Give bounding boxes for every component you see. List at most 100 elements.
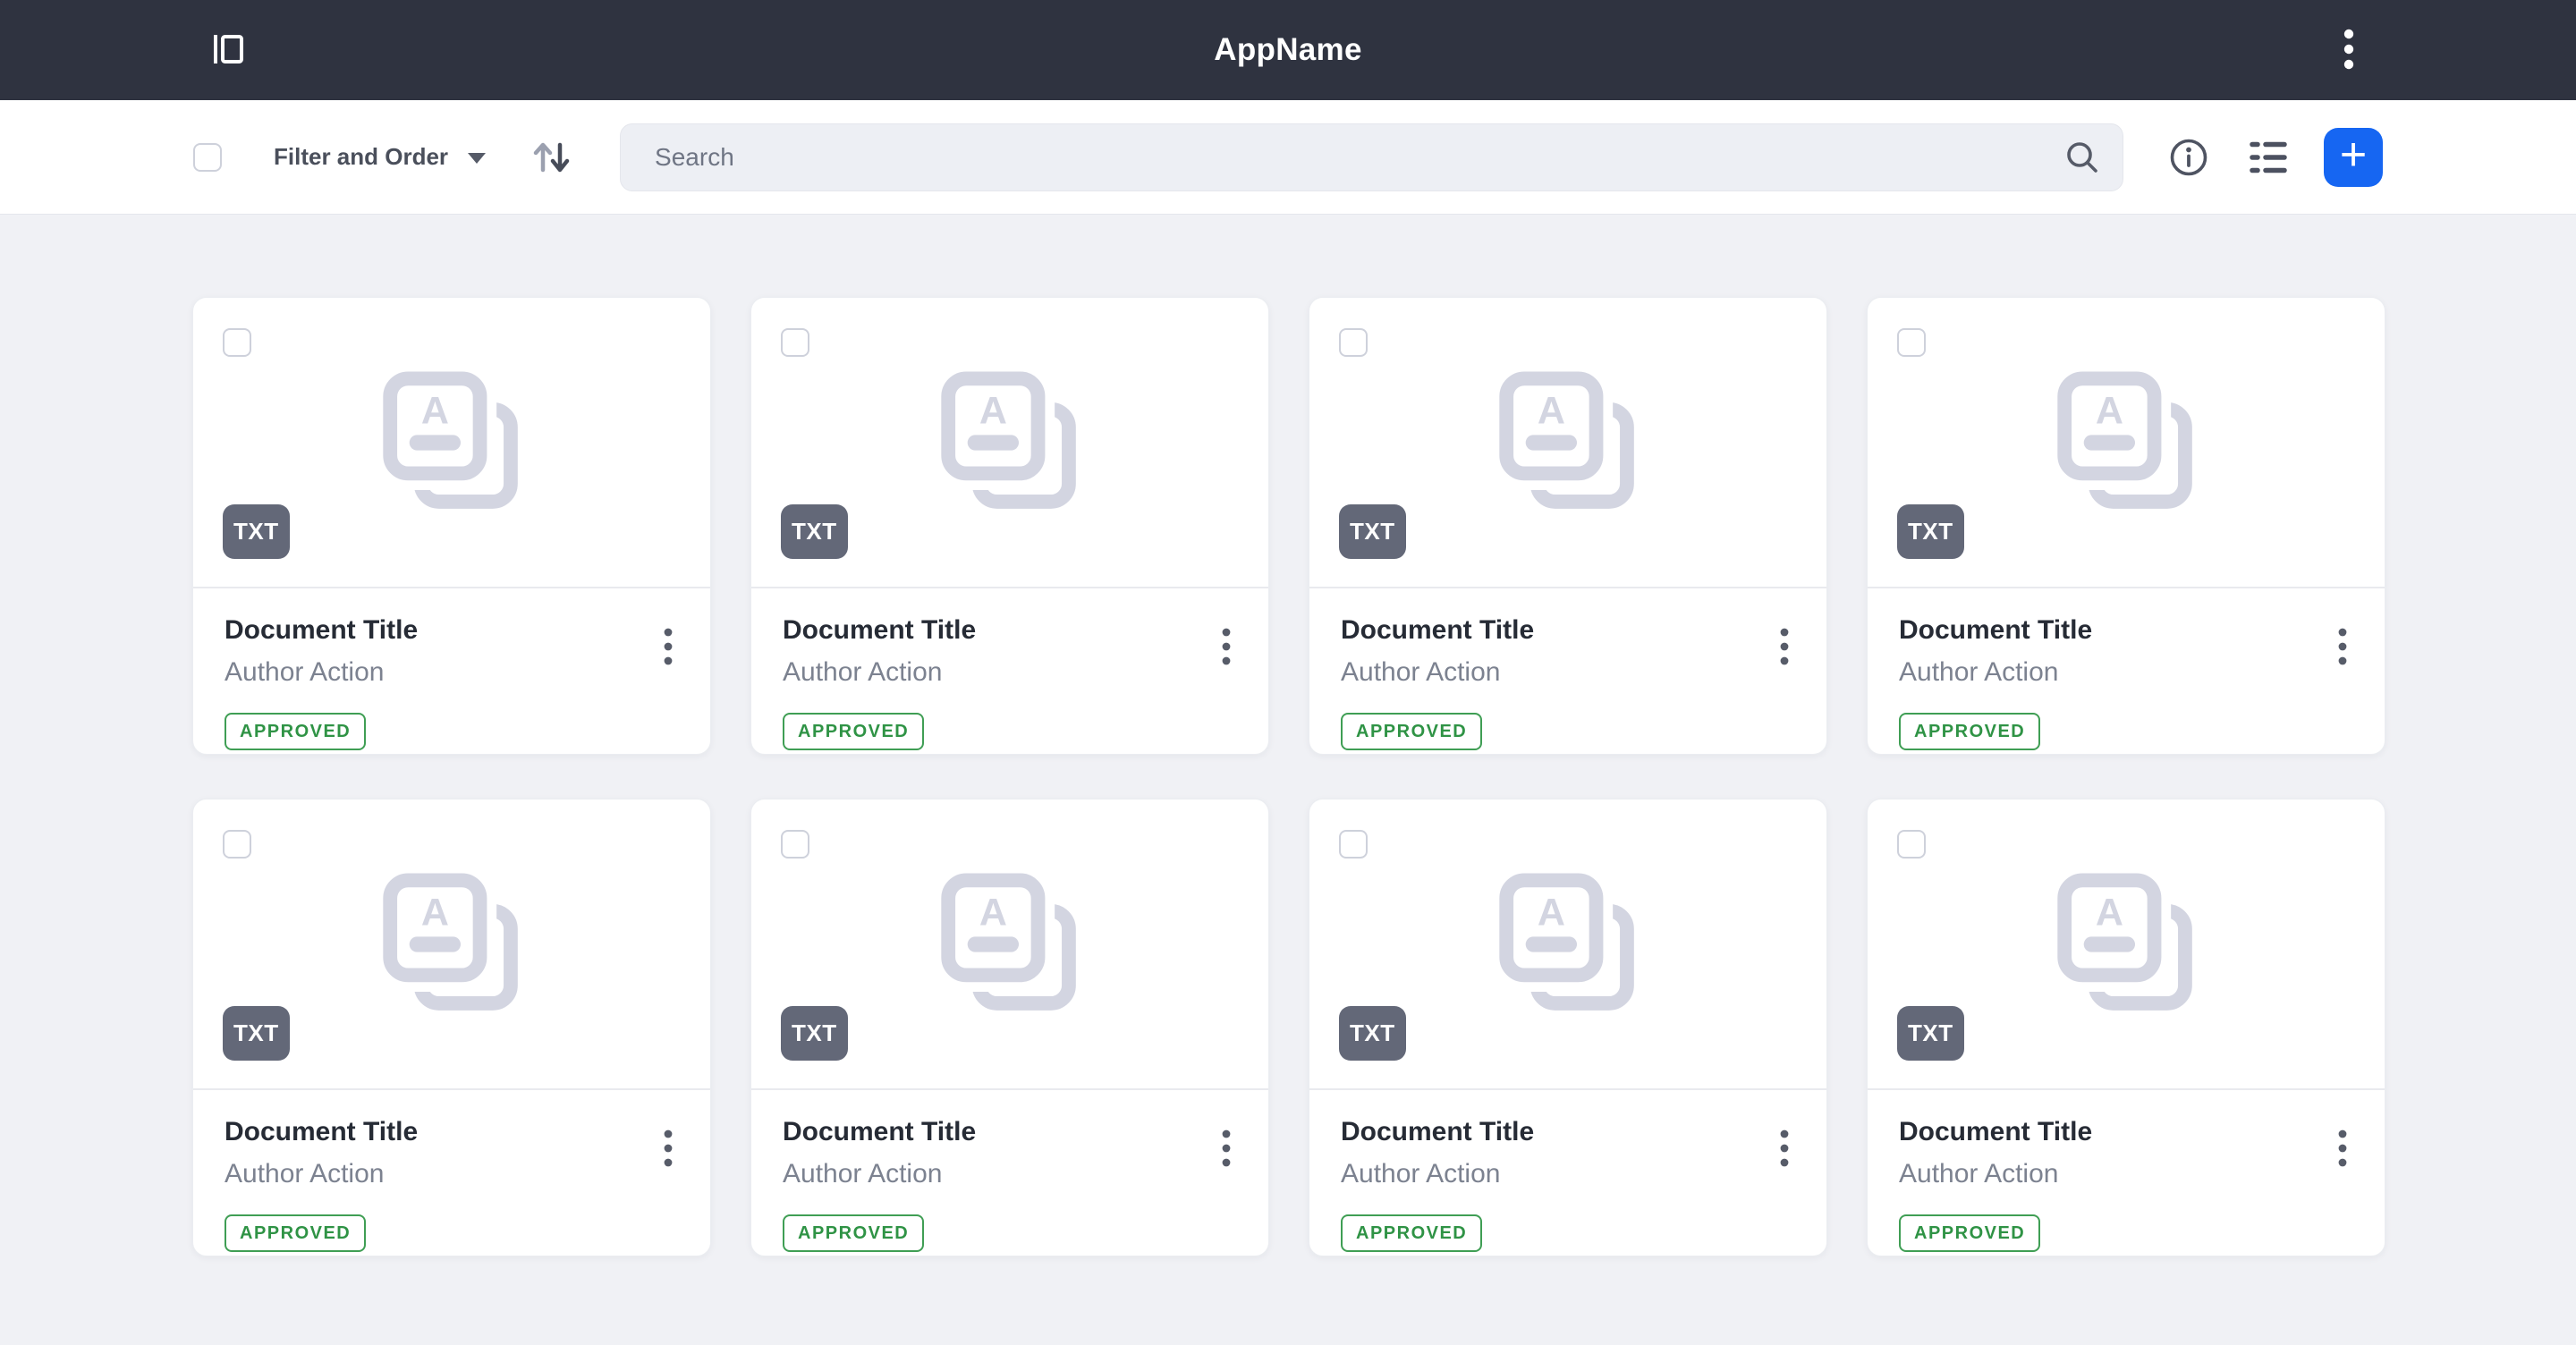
- file-type-badge: TXT: [781, 1006, 848, 1061]
- card-select-checkbox[interactable]: [1897, 830, 1926, 859]
- svg-text:A: A: [421, 891, 449, 934]
- card-select-checkbox[interactable]: [223, 328, 251, 357]
- document-card[interactable]: A TXT Document Title Author Action APPRO…: [1309, 799, 1827, 1256]
- status-badge: APPROVED: [783, 1214, 924, 1252]
- kebab-menu-icon: [2343, 29, 2354, 70]
- list-view-button[interactable]: [2249, 140, 2288, 175]
- kebab-menu-icon: [664, 1129, 673, 1167]
- kebab-menu-icon: [1222, 628, 1231, 665]
- search-field: [620, 123, 2123, 191]
- card-info: Document Title Author Action APPROVED: [1868, 588, 2385, 754]
- kebab-menu-icon: [1222, 1129, 1231, 1167]
- svg-text:A: A: [1538, 891, 1565, 934]
- document-card[interactable]: A TXT Document Title Author Action APPRO…: [192, 297, 711, 755]
- card-select-checkbox[interactable]: [1897, 328, 1926, 357]
- document-title: Document Title: [225, 1117, 679, 1147]
- card-info: Document Title Author Action APPROVED: [1868, 1090, 2385, 1256]
- card-preview: A TXT: [193, 799, 710, 1090]
- search-input[interactable]: [620, 123, 2123, 191]
- add-button[interactable]: +: [2324, 128, 2383, 187]
- card-menu-button[interactable]: [653, 1122, 683, 1177]
- info-button[interactable]: [2168, 137, 2209, 178]
- file-type-badge: TXT: [1897, 504, 1964, 559]
- document-copy-icon: A: [2049, 366, 2203, 520]
- file-type-badge: TXT: [1339, 504, 1406, 559]
- document-title: Document Title: [1341, 1117, 1795, 1147]
- file-type-badge: TXT: [1339, 1006, 1406, 1061]
- kebab-menu-icon: [1780, 628, 1789, 665]
- document-card[interactable]: A TXT Document Title Author Action APPRO…: [1867, 799, 2385, 1256]
- overflow-menu-button[interactable]: [2338, 20, 2360, 81]
- select-all-checkbox[interactable]: [193, 143, 222, 172]
- status-badge: APPROVED: [225, 1214, 366, 1252]
- card-select-checkbox[interactable]: [781, 830, 809, 859]
- file-type-badge: TXT: [781, 504, 848, 559]
- document-card[interactable]: A TXT Document Title Author Action APPRO…: [750, 799, 1269, 1256]
- filter-order-dropdown[interactable]: Filter and Order: [274, 143, 486, 171]
- document-subtitle: Author Action: [1899, 657, 2353, 688]
- info-icon: [2168, 137, 2209, 178]
- sort-arrows-icon: [530, 139, 573, 176]
- document-copy-icon: A: [375, 867, 529, 1021]
- card-select-checkbox[interactable]: [223, 830, 251, 859]
- svg-text:A: A: [2096, 389, 2123, 432]
- status-badge: APPROVED: [1899, 713, 2040, 750]
- side-panel-button[interactable]: [211, 31, 245, 70]
- card-menu-button[interactable]: [1211, 621, 1241, 675]
- kebab-menu-icon: [2338, 1129, 2347, 1167]
- document-subtitle: Author Action: [1341, 1159, 1795, 1189]
- search-button[interactable]: [2064, 140, 2100, 175]
- document-title: Document Title: [225, 615, 679, 646]
- file-type-badge: TXT: [223, 504, 290, 559]
- sort-direction-button[interactable]: [530, 139, 573, 176]
- document-title: Document Title: [1899, 615, 2353, 646]
- status-badge: APPROVED: [783, 713, 924, 750]
- card-menu-button[interactable]: [2327, 621, 2358, 675]
- document-title: Document Title: [783, 1117, 1237, 1147]
- card-preview: A TXT: [1309, 799, 1826, 1090]
- card-info: Document Title Author Action APPROVED: [193, 1090, 710, 1256]
- svg-text:A: A: [979, 891, 1007, 934]
- document-copy-icon: A: [933, 867, 1087, 1021]
- document-copy-icon: A: [933, 366, 1087, 520]
- document-subtitle: Author Action: [1899, 1159, 2353, 1189]
- card-preview: A TXT: [1309, 298, 1826, 588]
- document-card[interactable]: A TXT Document Title Author Action APPRO…: [750, 297, 1269, 755]
- kebab-menu-icon: [664, 628, 673, 665]
- document-subtitle: Author Action: [783, 657, 1237, 688]
- search-icon: [2064, 140, 2100, 175]
- document-copy-icon: A: [2049, 867, 2203, 1021]
- document-copy-icon: A: [375, 366, 529, 520]
- card-info: Document Title Author Action APPROVED: [751, 1090, 1268, 1256]
- kebab-menu-icon: [1780, 1129, 1789, 1167]
- card-preview: A TXT: [193, 298, 710, 588]
- card-preview: A TXT: [1868, 799, 2385, 1090]
- card-menu-button[interactable]: [2327, 1122, 2358, 1177]
- card-select-checkbox[interactable]: [1339, 328, 1368, 357]
- card-menu-button[interactable]: [653, 621, 683, 675]
- card-menu-button[interactable]: [1211, 1122, 1241, 1177]
- card-preview: A TXT: [751, 799, 1268, 1090]
- status-badge: APPROVED: [225, 713, 366, 750]
- svg-text:A: A: [421, 389, 449, 432]
- status-badge: APPROVED: [1341, 713, 1482, 750]
- card-menu-button[interactable]: [1769, 621, 1800, 675]
- document-subtitle: Author Action: [783, 1159, 1237, 1189]
- list-view-icon: [2249, 140, 2288, 175]
- card-info: Document Title Author Action APPROVED: [1309, 588, 1826, 754]
- document-card[interactable]: A TXT Document Title Author Action APPRO…: [192, 799, 711, 1256]
- card-info: Document Title Author Action APPROVED: [751, 588, 1268, 754]
- document-copy-icon: A: [1491, 867, 1645, 1021]
- card-menu-button[interactable]: [1769, 1122, 1800, 1177]
- card-select-checkbox[interactable]: [1339, 830, 1368, 859]
- document-title: Document Title: [1341, 615, 1795, 646]
- document-card[interactable]: A TXT Document Title Author Action APPRO…: [1309, 297, 1827, 755]
- svg-text:A: A: [979, 389, 1007, 432]
- card-select-checkbox[interactable]: [781, 328, 809, 357]
- document-title: Document Title: [1899, 1117, 2353, 1147]
- topbar: AppName: [0, 0, 2576, 100]
- document-card[interactable]: A TXT Document Title Author Action APPRO…: [1867, 297, 2385, 755]
- status-badge: APPROVED: [1341, 1214, 1482, 1252]
- document-subtitle: Author Action: [225, 1159, 679, 1189]
- side-panel-icon: [211, 31, 245, 67]
